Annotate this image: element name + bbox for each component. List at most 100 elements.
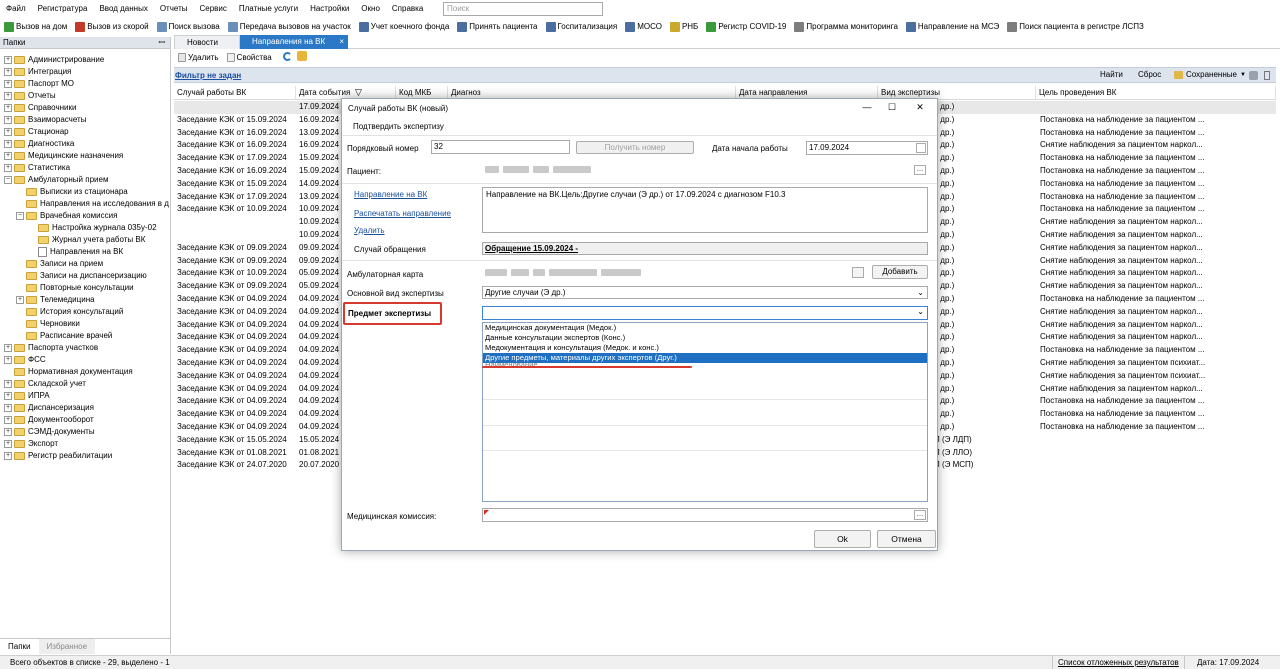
- menu-item[interactable]: Окно: [355, 0, 386, 17]
- expand-icon[interactable]: +: [4, 140, 12, 148]
- menu-item[interactable]: Файл: [0, 0, 32, 17]
- tree-item[interactable]: + Статистика: [0, 162, 171, 174]
- menu-item[interactable]: Ввод данных: [93, 0, 153, 17]
- filter-link[interactable]: Фильтр не задан: [175, 69, 241, 82]
- deferred-results-link[interactable]: Список отложенных результатов: [1052, 656, 1182, 669]
- tree-item[interactable]: + Интеграция: [0, 66, 171, 78]
- expand-icon[interactable]: +: [4, 452, 12, 460]
- main-expertise-select[interactable]: Другие случаи (Э др.) ⌄: [482, 286, 928, 299]
- column-header[interactable]: Случай работы ВК: [174, 86, 296, 100]
- ellipsis-icon[interactable]: …: [914, 165, 926, 175]
- confirm-expertise-button[interactable]: Подтвердить экспертизу: [353, 122, 444, 131]
- option-expert-consult[interactable]: Данные консультации экспертов (Конс.): [483, 333, 927, 343]
- tree-item[interactable]: + Паспорт МО: [0, 78, 171, 90]
- toolbar-button[interactable]: РНБ: [666, 21, 702, 32]
- expand-icon[interactable]: +: [4, 104, 12, 112]
- tab-news[interactable]: Новости: [174, 35, 240, 49]
- collapse-icon[interactable]: −: [16, 212, 24, 220]
- order-number-field[interactable]: 32: [431, 140, 570, 154]
- toolbar-button[interactable]: Направление на МСЭ: [902, 21, 1003, 32]
- tree-item[interactable]: + Диагностика: [0, 138, 171, 150]
- toolbar-button[interactable]: Поиск пациента в регистре ЛСПЗ: [1003, 21, 1148, 32]
- tree-item[interactable]: + Отчеты: [0, 90, 171, 102]
- tab-folders[interactable]: Папки: [0, 639, 39, 654]
- favorite-icon[interactable]: [297, 51, 307, 61]
- find-button[interactable]: Найти: [1100, 68, 1123, 82]
- option-medical-docs[interactable]: Медицинская документация (Медок.): [483, 323, 927, 333]
- tree-item[interactable]: + Администрирование: [0, 54, 171, 66]
- tree-item[interactable]: Расписание врачей: [0, 330, 171, 342]
- expand-icon[interactable]: +: [4, 56, 12, 64]
- toolbar-button[interactable]: Передача вызовов на участок: [224, 21, 355, 32]
- tree-item[interactable]: + СЭМД-документы: [0, 426, 171, 438]
- tree-item[interactable]: Записи на прием: [0, 258, 171, 270]
- refresh-icon[interactable]: [283, 52, 292, 61]
- delete-button[interactable]: Удалить: [174, 52, 223, 62]
- toolbar-button[interactable]: Принять пациента: [453, 21, 541, 32]
- expand-icon[interactable]: +: [4, 428, 12, 436]
- search-input[interactable]: Поиск: [443, 2, 603, 16]
- tree-item[interactable]: История консультаций: [0, 306, 171, 318]
- tree-item[interactable]: + Стационар: [0, 126, 171, 138]
- saved-filters-button[interactable]: Сохраненные ▼: [1174, 68, 1246, 82]
- tree-item[interactable]: + Телемедицина: [0, 294, 171, 306]
- tree-item[interactable]: + Справочники: [0, 102, 171, 114]
- tree-item[interactable]: Выписки из стационара: [0, 186, 171, 198]
- tree-item[interactable]: + Взаиморасчеты: [0, 114, 171, 126]
- tree-item[interactable]: Записи на диспансеризацию: [0, 270, 171, 282]
- tree-item[interactable]: Журнал учета работы ВК: [0, 234, 171, 246]
- print-direction-link[interactable]: Распечатать направление: [354, 209, 451, 218]
- option-docs-and-consult[interactable]: Медокументация и консультация (Медок. и …: [483, 343, 927, 353]
- direction-link[interactable]: Направление на ВК: [354, 190, 427, 199]
- tree-item[interactable]: + Экспорт: [0, 438, 171, 450]
- toolbar-button[interactable]: Вызов на дом: [0, 21, 71, 32]
- toolbar-button[interactable]: Регистр COVID-19: [702, 21, 790, 32]
- toolbar-button[interactable]: Поиск вызова: [153, 21, 224, 32]
- toolbar-button[interactable]: Учет коечного фонда: [355, 21, 454, 32]
- tree-item[interactable]: − Амбулаторный прием: [0, 174, 171, 186]
- expand-icon[interactable]: +: [4, 92, 12, 100]
- start-date-field[interactable]: 17.09.2024: [806, 141, 928, 155]
- tree-item[interactable]: Направления на исследования в д: [0, 198, 171, 210]
- tree-item[interactable]: − Врачебная комиссия: [0, 210, 171, 222]
- expand-icon[interactable]: +: [4, 344, 12, 352]
- expand-icon[interactable]: +: [4, 116, 12, 124]
- tree-item[interactable]: + Медицинские назначения: [0, 150, 171, 162]
- menu-item[interactable]: Настройки: [304, 0, 355, 17]
- commission-field[interactable]: …: [482, 508, 928, 522]
- reset-button[interactable]: Сброс: [1138, 68, 1161, 82]
- expand-icon[interactable]: +: [4, 416, 12, 424]
- menu-item[interactable]: Регистратура: [32, 0, 94, 17]
- sort-desc-icon[interactable]: ▽: [355, 87, 362, 98]
- card-picker-icon[interactable]: [852, 267, 864, 278]
- delete-direction-link[interactable]: Удалить: [354, 226, 385, 235]
- expand-icon[interactable]: +: [4, 68, 12, 76]
- toolbar-button[interactable]: Программа мониторинга: [790, 21, 902, 32]
- minimize-icon[interactable]: —: [858, 100, 876, 114]
- expand-icon[interactable]: +: [4, 356, 12, 364]
- tree-item[interactable]: + ИПРА: [0, 390, 171, 402]
- tree-item[interactable]: + Складской учет: [0, 378, 171, 390]
- menu-item[interactable]: Справка: [386, 0, 429, 17]
- maximize-icon[interactable]: ☐: [883, 100, 901, 114]
- tree-item[interactable]: + Диспансеризация: [0, 402, 171, 414]
- close-icon[interactable]: ✕: [911, 100, 929, 114]
- toolbar-button[interactable]: Госпитализация: [542, 21, 622, 32]
- expand-icon[interactable]: +: [4, 380, 12, 388]
- collapse-icon[interactable]: −: [4, 176, 12, 184]
- tree-item[interactable]: Нормативная документация: [0, 366, 171, 378]
- tree-item[interactable]: + Паспорта участков: [0, 342, 171, 354]
- expand-icon[interactable]: +: [4, 152, 12, 160]
- expand-icon[interactable]: +: [4, 392, 12, 400]
- get-number-button[interactable]: Получить номер: [576, 141, 694, 154]
- tree-item[interactable]: Направления на ВК: [0, 246, 171, 258]
- expand-icon[interactable]: +: [4, 80, 12, 88]
- patient-field[interactable]: …: [482, 163, 928, 177]
- tree-item[interactable]: Черновики: [0, 318, 171, 330]
- tree-item[interactable]: Настройка журнала 035у-02: [0, 222, 171, 234]
- appeal-case-field[interactable]: Обращение 15.09.2024 -: [482, 242, 928, 255]
- close-icon[interactable]: ×: [339, 35, 344, 49]
- expand-icon[interactable]: +: [4, 164, 12, 172]
- cancel-button[interactable]: Отмена: [877, 530, 936, 548]
- toolbar-button[interactable]: Вызов из скорой: [71, 21, 152, 32]
